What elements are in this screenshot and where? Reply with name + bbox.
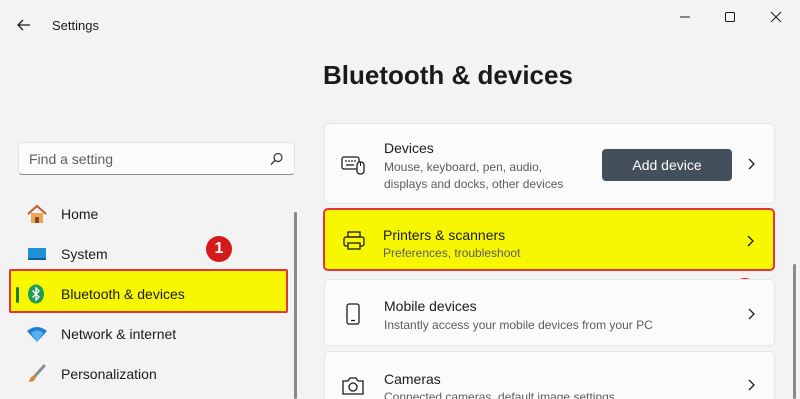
chevron-right-icon	[748, 308, 755, 320]
chevron-right-icon	[748, 379, 755, 391]
bluetooth-icon	[28, 284, 44, 304]
card-subtitle: Preferences, troubleshoot	[383, 246, 521, 260]
close-button[interactable]	[763, 8, 789, 26]
add-device-button[interactable]: Add device	[602, 149, 732, 181]
sidebar-item-label: Network & internet	[61, 326, 177, 342]
sidebar-item-personalization[interactable]: Personalization	[18, 356, 288, 392]
back-arrow-icon	[17, 19, 30, 31]
phone-icon	[346, 303, 360, 325]
wifi-icon	[27, 327, 47, 342]
devices-card[interactable]: Devices Mouse, keyboard, pen, audio, dis…	[324, 123, 775, 204]
mobile-devices-card[interactable]: Mobile devices Instantly access your mob…	[324, 279, 775, 346]
card-title: Cameras	[384, 371, 441, 387]
search-box[interactable]	[18, 142, 295, 175]
sidebar-item-label: Home	[61, 206, 99, 222]
sidebar-item-bluetooth-devices[interactable]: Bluetooth & devices	[11, 276, 286, 312]
cameras-card[interactable]: Cameras Connected cameras, default image…	[324, 351, 775, 399]
main-scrollbar[interactable]	[793, 264, 796, 399]
card-title: Devices	[384, 140, 434, 156]
card-subtitle-line1: Mouse, keyboard, pen, audio,	[384, 160, 543, 174]
sidebar-item-home[interactable]: Home	[18, 196, 288, 232]
maximize-icon	[725, 12, 735, 22]
page-title: Bluetooth & devices	[323, 60, 573, 90]
minimize-button[interactable]	[672, 8, 698, 26]
selected-indicator	[16, 287, 19, 303]
minimize-icon	[680, 16, 690, 18]
sidebar-item-network-internet[interactable]: Network & internet	[18, 316, 288, 352]
card-title: Mobile devices	[384, 298, 477, 314]
close-icon	[770, 11, 782, 23]
maximize-button[interactable]	[717, 8, 743, 26]
app-title: Settings	[52, 18, 99, 33]
paintbrush-icon	[29, 364, 46, 382]
annotation-badge-1: 1	[206, 236, 232, 262]
printer-icon	[343, 231, 365, 250]
card-subtitle-line2: displays and docks, other devices	[384, 177, 564, 191]
sidebar-scrollbar[interactable]	[294, 212, 297, 399]
home-icon	[27, 204, 47, 223]
keyboard-mouse-icon	[341, 156, 365, 175]
sidebar-item-label: Personalization	[61, 366, 157, 382]
printers-scanners-card[interactable]: Printers & scanners Preferences, trouble…	[323, 208, 775, 271]
system-icon	[28, 248, 46, 260]
back-button[interactable]	[10, 12, 38, 38]
camera-icon	[342, 377, 364, 395]
title-bar: Settings	[0, 0, 800, 48]
card-subtitle: Connected cameras, default image setting…	[384, 390, 615, 399]
search-input[interactable]	[29, 150, 270, 167]
card-subtitle: Instantly access your mobile devices fro…	[384, 318, 653, 332]
sidebar-item-system[interactable]: System	[18, 236, 288, 272]
sidebar-item-label: Bluetooth & devices	[61, 286, 185, 302]
search-icon	[270, 152, 283, 165]
chevron-right-icon	[748, 158, 755, 170]
sidebar-item-label: System	[61, 246, 108, 262]
chevron-right-icon	[747, 235, 754, 247]
card-title: Printers & scanners	[383, 227, 506, 243]
